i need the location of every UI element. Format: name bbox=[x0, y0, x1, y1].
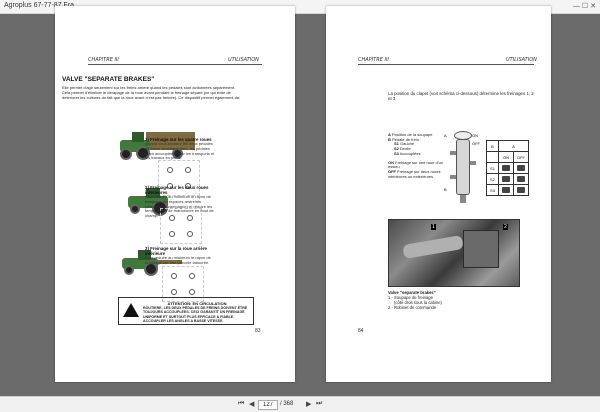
first-page-icon[interactable]: ⏮ bbox=[238, 400, 244, 408]
braking-mode-text: Quand vous écrasez les deux pédales de f… bbox=[145, 141, 215, 161]
section-title: VALVE "SEPARATE BRAKES" bbox=[62, 76, 155, 83]
braking-mode-1: 1) Freinage sur les quatre roues Quand v… bbox=[145, 137, 215, 161]
photo-marker: 1 bbox=[431, 224, 436, 230]
page-number-input[interactable] bbox=[258, 400, 278, 410]
braking-mode-2: 2) Freinage sur les deux roues intérieur… bbox=[145, 185, 215, 219]
header-rule bbox=[358, 64, 534, 65]
previous-page-icon[interactable]: ◀ bbox=[249, 400, 254, 408]
total-pages: / 368 bbox=[280, 401, 294, 407]
photo-marker: 2 bbox=[503, 224, 508, 230]
page-number: 84 bbox=[358, 328, 364, 334]
intro-paragraph: Elle permet d'agir seulement sur les fre… bbox=[62, 85, 241, 100]
warning-icon bbox=[123, 303, 139, 317]
valve-position-table: BA ON OFF S1 S2 S3 bbox=[486, 140, 529, 196]
section-header: UTILISATION bbox=[228, 57, 259, 63]
window-controls[interactable]: — ☐ ✕ bbox=[573, 2, 596, 10]
navigation-bar: ⏮ ◀ / 368 ▶ ⏭ bbox=[0, 396, 600, 412]
warning-text: ROUTIERE, LES DEUX PÉDALES DE FREINS DOI… bbox=[143, 306, 248, 323]
warning-box: ATTENTION: EN CIRCULATION ROUTIERE, LES … bbox=[118, 297, 254, 325]
brake-valve-diagram: ON OFF A B bbox=[444, 131, 480, 207]
chapter-header: CHAPITRE III bbox=[358, 57, 389, 63]
next-page-icon[interactable]: ▶ bbox=[306, 400, 311, 408]
last-page-icon[interactable]: ⏭ bbox=[316, 400, 322, 408]
intro-paragraph: La position du clapet (voir schéma ci-de… bbox=[388, 91, 534, 102]
chapter-header: CHAPITRE III bbox=[88, 57, 119, 63]
page-number: 83 bbox=[255, 328, 261, 334]
section-header: UTILISATION bbox=[506, 57, 537, 63]
valve-location-photo: 1 2 bbox=[388, 219, 520, 287]
header-rule bbox=[88, 64, 262, 65]
braking-mode-3: 3) Freinage sur la roue arrière intérieu… bbox=[145, 246, 215, 266]
photo-caption: Valve "separate brakes" 1 - Soupape de f… bbox=[388, 290, 442, 310]
braking-mode-text: Pour réduire au minimum le rayon de braq… bbox=[145, 255, 211, 265]
braking-mode-text: Pour réduire au minimum le rayon de braq… bbox=[145, 194, 214, 219]
